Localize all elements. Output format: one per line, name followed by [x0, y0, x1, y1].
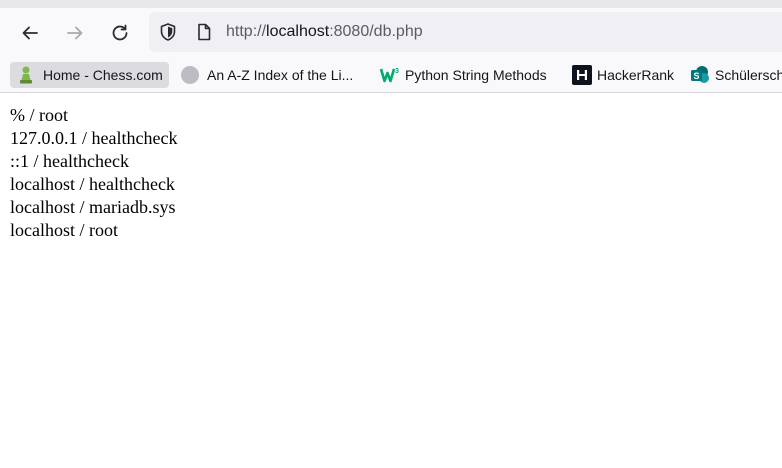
shield-icon[interactable] [158, 22, 178, 42]
bookmark-chess[interactable]: Home - Chess.com [10, 62, 169, 88]
bookmark-python-string-methods[interactable]: 3 Python String Methods [380, 62, 547, 88]
tab-strip [0, 0, 782, 8]
user-host-line: localhost / root [10, 220, 118, 240]
sharepoint-icon: S [690, 65, 710, 85]
arrow-right-icon [67, 26, 83, 40]
back-button[interactable] [15, 18, 45, 48]
user-host-line: localhost / mariadb.sys [10, 197, 176, 217]
forward-button[interactable] [60, 18, 90, 48]
globe-icon [180, 65, 200, 85]
bookmark-az-index[interactable]: An A-Z Index of the Li... [180, 62, 353, 88]
url-bar[interactable]: http://localhost:8080/db.php [149, 12, 782, 52]
bookmark-label: Home - Chess.com [43, 67, 163, 83]
reload-button[interactable] [105, 18, 135, 48]
bookmark-schuelersch[interactable]: S Schülersch [690, 62, 782, 88]
bookmark-label: An A-Z Index of the Li... [207, 67, 354, 83]
bookmark-hackerrank[interactable]: HackerRank [572, 62, 674, 88]
bookmarks-toolbar: Home - Chess.com An A-Z Index of the Li.… [0, 58, 782, 93]
svg-text:3: 3 [395, 68, 399, 75]
user-host-line: % / root [10, 105, 68, 125]
reload-icon [112, 24, 128, 41]
user-host-line: 127.0.0.1 / healthcheck [10, 128, 178, 148]
bookmark-label: HackerRank [597, 67, 675, 83]
url-scheme: http:// [226, 23, 267, 40]
user-host-line: localhost / healthcheck [10, 174, 175, 194]
url-host: localhost [266, 23, 330, 40]
pawn-icon [16, 65, 36, 85]
user-host-line: ::1 / healthcheck [10, 151, 129, 171]
url-text[interactable]: http://localhost:8080/db.php [226, 22, 423, 42]
svg-text:S: S [694, 71, 700, 81]
bookmark-label: Python String Methods [405, 67, 547, 83]
hackerrank-icon [572, 65, 592, 85]
arrow-left-icon [22, 26, 38, 40]
w3schools-icon: 3 [380, 65, 400, 85]
page-content: % / root 127.0.0.1 / healthcheck ::1 / h… [10, 104, 177, 242]
navigation-toolbar: http://localhost:8080/db.php [0, 8, 782, 58]
bookmark-label: Schülersch [715, 67, 782, 83]
url-path: :8080/db.php [329, 23, 423, 40]
page-info-icon[interactable] [194, 22, 214, 42]
